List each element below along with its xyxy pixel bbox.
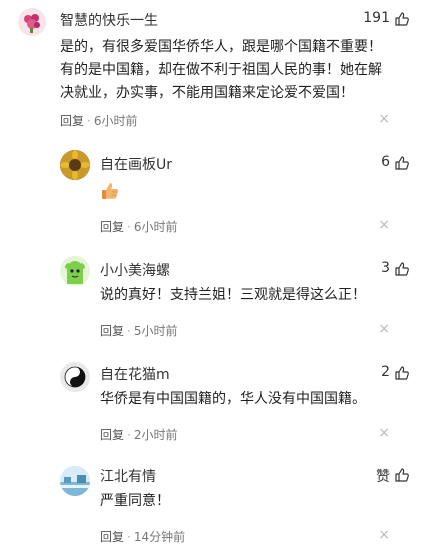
- like-count: 2: [381, 364, 390, 380]
- avatar[interactable]: [60, 466, 90, 496]
- yin-yang-avatar-icon: [60, 362, 90, 392]
- pink-flower-avatar-icon: [18, 8, 46, 36]
- separator: ·: [127, 220, 131, 234]
- cartoon-green-avatar-icon: [60, 256, 90, 286]
- like-button-label[interactable]: 赞: [376, 466, 390, 486]
- comment-meta: 回复 · 6小时前: [60, 112, 137, 129]
- avatar[interactable]: [60, 256, 90, 286]
- comment-username[interactable]: 智慧的快乐一生: [60, 10, 158, 30]
- thumbs-up-emoji-icon: [102, 183, 119, 199]
- reply-text: 说的真好！支持兰姐！三观就是得这么正！: [100, 287, 366, 303]
- reply-meta: 回复 · 5小时前: [100, 322, 177, 339]
- reply-username[interactable]: 江北有情: [100, 466, 156, 486]
- reply-username[interactable]: 自在画板Ur: [100, 154, 172, 174]
- comment-text-line: 有的是中国籍，却在做不利于祖国人民的事！她在解: [60, 62, 382, 78]
- close-button[interactable]: ×: [378, 111, 390, 127]
- like-count: 191: [363, 10, 390, 26]
- comment-item: 智慧的快乐一生 191 是的，有很多爱国华侨华人，跟是哪个国籍不重要！ 有的是中…: [0, 0, 426, 140]
- sunflower-avatar-icon: [60, 150, 90, 180]
- close-button[interactable]: ×: [378, 527, 390, 543]
- comment-text-line: 是的，有很多爱国华侨华人，跟是哪个国籍不重要！: [60, 39, 382, 55]
- reply-button[interactable]: 回复: [100, 324, 124, 338]
- reply-item: 自在花猫m 2 华侨是有中国国籍的，华人没有中国国籍。 回复 · 2小时前 ×: [0, 348, 426, 452]
- timestamp: 2小时前: [133, 428, 178, 442]
- avatar[interactable]: [60, 362, 90, 392]
- separator: ·: [87, 114, 91, 128]
- timestamp: 6小时前: [133, 220, 178, 234]
- close-button[interactable]: ×: [378, 425, 390, 441]
- reply-username[interactable]: 小小美海螺: [100, 260, 170, 280]
- close-button[interactable]: ×: [378, 217, 390, 233]
- thumbs-up-icon[interactable]: [394, 155, 410, 171]
- reply-item: 江北有情 赞 严重同意！ 回复 · 14分钟前 ×: [0, 452, 426, 559]
- reply-item: 小小美海螺 3 说的真好！支持兰姐！三观就是得这么正！ 回复 · 5小时前 ×: [0, 244, 426, 348]
- like-count: 3: [381, 260, 390, 276]
- separator: ·: [127, 324, 131, 338]
- landscape-avatar-icon: [60, 466, 90, 496]
- reply-button[interactable]: 回复: [100, 428, 124, 442]
- reply-username[interactable]: 自在花猫m: [100, 364, 170, 384]
- comment-text-line: 决就业，办实事，不能用国籍来定论爱不爱国！: [60, 85, 354, 101]
- timestamp: 14分钟前: [133, 530, 186, 544]
- like-count: 6: [381, 154, 390, 170]
- reply-text: 华侨是有中国国籍的，华人没有中国国籍。: [100, 391, 366, 407]
- close-button[interactable]: ×: [378, 321, 390, 337]
- thumbs-up-icon[interactable]: [394, 365, 410, 381]
- reply-button[interactable]: 回复: [60, 114, 84, 128]
- reply-text: 严重同意！: [100, 493, 170, 509]
- avatar[interactable]: [18, 8, 46, 36]
- reply-meta: 回复 · 14分钟前: [100, 528, 185, 545]
- reply-meta: 回复 · 6小时前: [100, 218, 177, 235]
- timestamp: 5小时前: [133, 324, 178, 338]
- timestamp: 6小时前: [93, 114, 138, 128]
- thumbs-up-icon[interactable]: [394, 11, 410, 27]
- reply-button[interactable]: 回复: [100, 220, 124, 234]
- separator: ·: [127, 428, 131, 442]
- thumbs-up-icon[interactable]: [394, 261, 410, 277]
- thumbs-up-icon[interactable]: [394, 467, 410, 483]
- reply-item: 自在画板Ur 6 回复 · 6小时前 ×: [0, 140, 426, 240]
- separator: ·: [127, 530, 131, 544]
- avatar[interactable]: [60, 150, 90, 180]
- reply-button[interactable]: 回复: [100, 530, 124, 544]
- comment-text: 是的，有很多爱国华侨华人，跟是哪个国籍不重要！ 有的是中国籍，却在做不利于祖国人…: [60, 36, 400, 105]
- reply-meta: 回复 · 2小时前: [100, 426, 177, 443]
